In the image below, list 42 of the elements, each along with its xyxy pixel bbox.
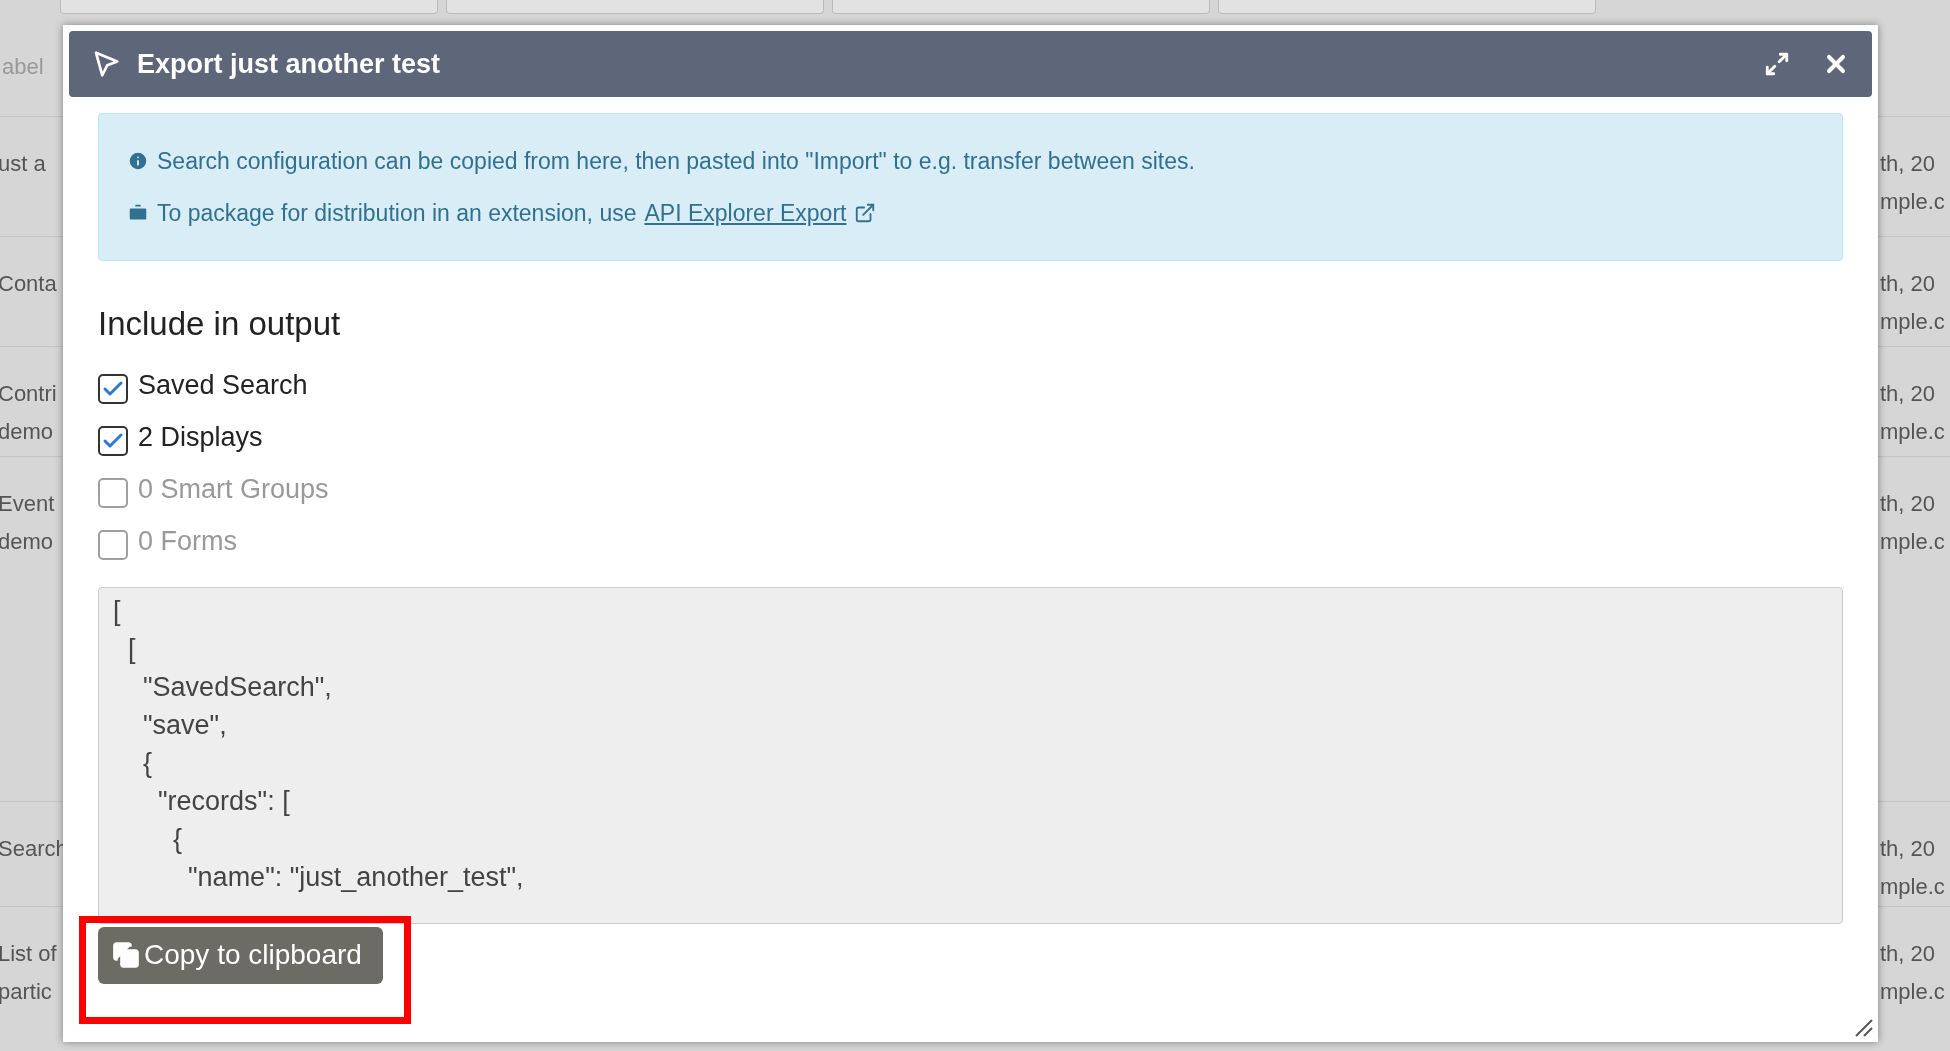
maximize-button[interactable] xyxy=(1764,51,1790,77)
code-line: "SavedSearch", xyxy=(142,670,332,704)
info-text: Search configuration can be copied from here, then pasted into "Import" to e.g. transfer between sites. xyxy=(157,146,1195,176)
checkbox-label: Saved Search xyxy=(138,369,308,403)
table-cell-text: Event xyxy=(0,490,55,518)
table-cell-text: ust a xyxy=(0,150,46,178)
table-cell-text: th, 20 xyxy=(1880,490,1937,518)
checkbox-label: 2 Displays xyxy=(138,421,263,455)
table-cell-text: mple.c xyxy=(1880,978,1946,1006)
checkbox-label: 0 Forms xyxy=(138,525,237,559)
checkbox[interactable] xyxy=(98,425,128,456)
table-cell-text: th, 20 xyxy=(1880,270,1937,298)
table-cell-text: partic xyxy=(0,978,53,1006)
column-header: abel xyxy=(1,52,44,81)
copy-icon xyxy=(112,941,140,969)
code-line: { xyxy=(142,746,153,780)
api-explorer-link[interactable]: API Explorer Export xyxy=(644,196,847,231)
table-cell-text: th, 20 xyxy=(1880,940,1937,968)
table-cell-text: mple.c xyxy=(1880,873,1946,901)
table-cell-text: mple.c xyxy=(1880,528,1946,556)
dialog-title: Export just another test xyxy=(137,47,442,81)
checkbox[interactable] xyxy=(98,373,128,404)
table-cell-text: th, 20 xyxy=(1880,380,1937,408)
info-icon xyxy=(127,149,149,172)
code-line: [ xyxy=(113,594,121,628)
table-cell-text: th, 20 xyxy=(1880,150,1937,178)
info-text: To package for distribution in an extension, use xyxy=(157,199,637,228)
code-line: "records": [ xyxy=(157,784,290,818)
code-line: "save", xyxy=(142,708,227,742)
output-textarea[interactable]: [ [ "SavedSearch", "save", { "records": [ { "name": "just_another_test", xyxy=(98,586,1843,924)
copy-button[interactable]: Copy to clipboard xyxy=(98,926,383,984)
checkbox-label: 0 Smart Groups xyxy=(138,473,329,507)
table-cell-text: mple.c xyxy=(1880,188,1946,216)
table-cell-text: mple.c xyxy=(1880,418,1946,446)
table-cell-text: th, 20 xyxy=(1880,835,1937,863)
code-line: "name": "just_another_test", xyxy=(187,860,524,894)
table-cell-text: List of xyxy=(0,940,57,968)
table-cell-text: mple.c xyxy=(1880,308,1946,336)
code-line: { xyxy=(172,822,183,856)
external-link-icon xyxy=(854,202,877,225)
section-heading: Include in output xyxy=(98,304,342,344)
code-line: [ xyxy=(127,632,136,666)
